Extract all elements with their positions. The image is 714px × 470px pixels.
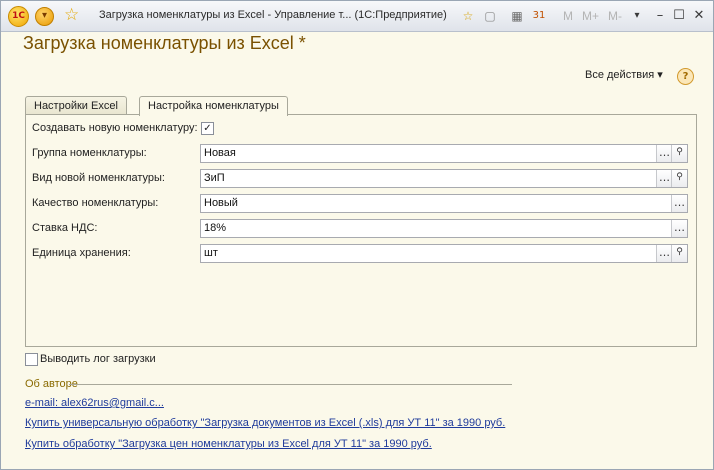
unit-label: Единица хранения: (32, 247, 131, 259)
calculator-icon[interactable]: ▦ (509, 8, 525, 24)
create-new-checkbox[interactable]: ✓ (201, 122, 214, 135)
title-bar: 1С ▾ ☆ Загрузка номенклатуры из Excel - … (1, 1, 713, 32)
vat-value: 18% (204, 222, 227, 234)
group-search-icon[interactable]: ⚲ (671, 145, 687, 162)
log-checkbox[interactable] (25, 353, 38, 366)
kind-select-button[interactable]: … (656, 170, 672, 187)
buy-prices-link[interactable]: Купить обработку "Загрузка цен номенклат… (25, 438, 432, 450)
memory-plus-button[interactable]: M+ (582, 9, 599, 27)
favorites-star-icon[interactable]: ☆ (64, 6, 79, 24)
calendar-icon[interactable]: 31 (531, 8, 547, 24)
kind-search-icon[interactable]: ⚲ (671, 170, 687, 187)
quality-value: Новый (204, 197, 238, 209)
vat-field[interactable]: 18% … (200, 219, 688, 238)
quality-select-button[interactable]: … (671, 195, 687, 212)
dropdown-arrow-icon[interactable]: ▾ (629, 7, 645, 25)
main-menu-button[interactable]: ▾ (35, 7, 54, 26)
email-link[interactable]: e-mail: alex62rus@gmail.c... (25, 397, 164, 409)
memory-minus-button[interactable]: M- (608, 9, 622, 27)
group-label: Группа номенклатуры: (32, 147, 147, 159)
log-label[interactable]: Выводить лог загрузки (40, 353, 156, 365)
group-value: Новая (204, 147, 236, 159)
unit-select-button[interactable]: … (656, 245, 672, 262)
vat-label: Ставка НДС: (32, 222, 98, 234)
form-title: Загрузка номенклатуры из Excel * (23, 33, 306, 53)
unit-value: шт (204, 247, 218, 259)
buy-universal-link[interactable]: Купить универсальную обработку "Загрузка… (25, 417, 505, 429)
all-actions-menu[interactable]: Все действия ▾ (585, 68, 663, 81)
1c-logo-icon: 1С (8, 6, 29, 27)
window-title: Загрузка номенклатуры из Excel - Управле… (99, 9, 447, 21)
quality-field[interactable]: Новый … (200, 194, 688, 213)
help-icon[interactable]: ? (677, 68, 694, 85)
tab-excel-settings[interactable]: Настройки Excel (25, 96, 127, 115)
kind-value: ЗиП (204, 172, 225, 184)
create-new-label: Создавать новую номенклатуру: (32, 122, 198, 134)
quality-label: Качество номенклатуры: (32, 197, 159, 209)
unit-search-icon[interactable]: ⚲ (671, 245, 687, 262)
group-field[interactable]: Новая … ⚲ (200, 144, 688, 163)
add-favorite-icon[interactable]: ☆ (460, 8, 476, 24)
history-icon[interactable]: ▢ (482, 8, 498, 24)
tab-nomenclature-settings[interactable]: Настройка номенклатуры (139, 96, 288, 116)
vat-select-button[interactable]: … (671, 220, 687, 237)
kind-label: Вид новой номенклатуры: (32, 172, 165, 184)
close-button[interactable]: ✕ (691, 7, 707, 25)
memory-m-button[interactable]: M (563, 9, 573, 27)
minimize-button[interactable]: – (652, 7, 668, 25)
kind-field[interactable]: ЗиП … ⚲ (200, 169, 688, 188)
app-window: 1С ▾ ☆ Загрузка номенклатуры из Excel - … (0, 0, 714, 470)
about-divider (69, 384, 512, 385)
maximize-button[interactable]: ☐ (671, 7, 687, 25)
unit-field[interactable]: шт … ⚲ (200, 244, 688, 263)
group-select-button[interactable]: … (656, 145, 672, 162)
